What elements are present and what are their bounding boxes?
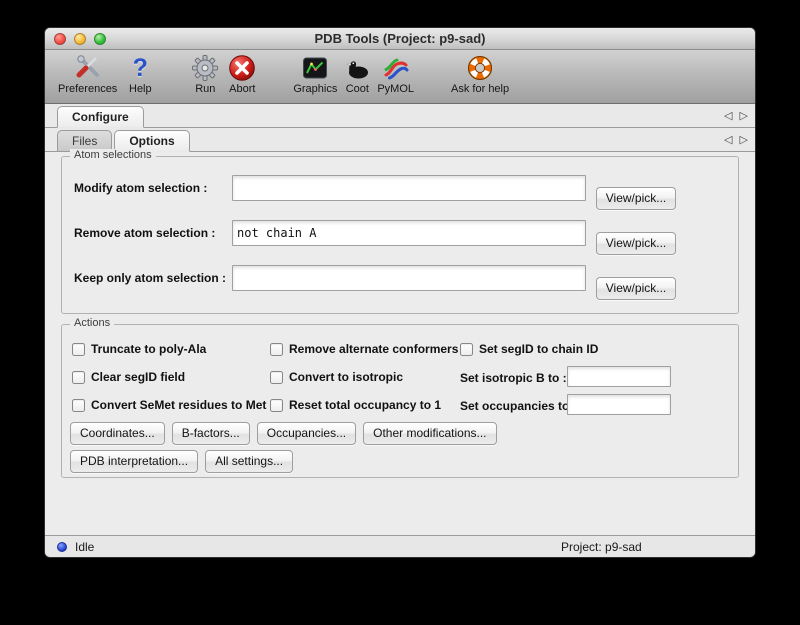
toolbar-label-ask-for-help: Ask for help	[451, 83, 509, 95]
window-title: PDB Tools (Project: p9-sad)	[45, 28, 755, 50]
toolbar: Preferences ? Help Run	[45, 50, 755, 104]
remove-atom-selection-row: Remove atom selection : View/pick...	[72, 220, 730, 246]
atom-selections-group-title: Atom selections	[70, 149, 156, 161]
checkbox-label: Reset total occupancy to 1	[289, 398, 441, 412]
graphics-icon	[301, 54, 329, 82]
project-label: Project: p9-sad	[561, 540, 642, 554]
checkbox-label: Remove alternate conformers	[289, 342, 458, 356]
remove-atom-selection-label: Remove atom selection :	[74, 226, 215, 240]
modify-atom-selection-input[interactable]	[232, 175, 586, 201]
toolbar-button-graphics[interactable]: Graphics	[293, 54, 337, 95]
checkbox-set-segid-to-chain-id[interactable]: Set segID to chain ID	[460, 341, 598, 357]
modify-atom-selection-label: Modify atom selection :	[74, 181, 207, 195]
toolbar-label-abort: Abort	[229, 83, 255, 95]
titlebar[interactable]: PDB Tools (Project: p9-sad)	[45, 28, 755, 50]
pdb-interpretation-button[interactable]: PDB interpretation...	[70, 450, 198, 473]
tab-scroll-left-icon[interactable]: ◁	[724, 110, 732, 122]
actions-group: Actions Truncate to poly-Ala Clear segID…	[61, 324, 739, 478]
all-settings-button[interactable]: All settings...	[205, 450, 293, 473]
coot-icon	[343, 54, 371, 82]
toolbar-label-run: Run	[195, 83, 215, 95]
occupancies-button[interactable]: Occupancies...	[257, 422, 356, 445]
preferences-icon	[74, 54, 102, 82]
status-text: Idle	[75, 540, 94, 554]
run-gear-icon	[191, 54, 219, 82]
life-ring-icon	[466, 54, 494, 82]
outer-tabbar: Configure ◁ ▷	[45, 104, 755, 128]
keep-only-atom-selection-label: Keep only atom selection :	[74, 271, 226, 285]
checkbox-box-icon[interactable]	[72, 399, 85, 412]
tab-files-label: Files	[72, 134, 97, 148]
b-factors-button[interactable]: B-factors...	[172, 422, 250, 445]
checkbox-convert-to-isotropic[interactable]: Convert to isotropic	[270, 369, 403, 385]
set-isotropic-b-input[interactable]	[567, 366, 671, 387]
set-occupancies-input[interactable]	[567, 394, 671, 415]
toolbar-button-ask-for-help[interactable]: Ask for help	[451, 54, 509, 95]
tab-options-label: Options	[129, 134, 174, 148]
remove-atom-selection-input[interactable]	[232, 220, 586, 246]
checkbox-reset-total-occupancy[interactable]: Reset total occupancy to 1	[270, 397, 441, 413]
checkbox-box-icon[interactable]	[270, 371, 283, 384]
actions-button-row-2: PDB interpretation... All settings...	[70, 450, 293, 473]
checkbox-label: Truncate to poly-Ala	[91, 342, 206, 356]
coordinates-button[interactable]: Coordinates...	[70, 422, 165, 445]
pymol-icon	[382, 54, 410, 82]
view-pick-button-keep[interactable]: View/pick...	[596, 277, 676, 300]
view-pick-button-modify[interactable]: View/pick...	[596, 187, 676, 210]
toolbar-button-abort[interactable]: Abort	[228, 54, 256, 95]
tab-scroll-right-icon[interactable]: ▷	[740, 110, 748, 122]
inner-tab-scroll: ◁ ▷	[720, 133, 748, 146]
checkbox-label: Convert to isotropic	[289, 370, 403, 384]
close-window-button[interactable]	[54, 33, 66, 45]
checkbox-box-icon[interactable]	[270, 343, 283, 356]
set-isotropic-b-label: Set isotropic B to :	[460, 371, 567, 385]
keep-only-atom-selection-input[interactable]	[232, 265, 586, 291]
set-occupancies-label: Set occupancies to :	[460, 399, 577, 413]
checkbox-box-icon[interactable]	[72, 371, 85, 384]
checkbox-truncate-to-poly-ala[interactable]: Truncate to poly-Ala	[72, 341, 206, 357]
minimize-window-button[interactable]	[74, 33, 86, 45]
toolbar-label-pymol: PyMOL	[377, 83, 414, 95]
help-icon: ?	[126, 54, 154, 82]
abort-icon	[228, 54, 256, 82]
toolbar-button-pymol[interactable]: PyMOL	[377, 54, 414, 95]
checkbox-label: Convert SeMet residues to Met	[91, 398, 266, 412]
toolbar-button-help[interactable]: ? Help	[126, 54, 154, 95]
toolbar-label-coot: Coot	[346, 83, 369, 95]
toolbar-button-preferences[interactable]: Preferences	[58, 54, 117, 95]
statusbar: Idle Project: p9-sad	[45, 535, 755, 557]
zoom-window-button[interactable]	[94, 33, 106, 45]
actions-button-row-1: Coordinates... B-factors... Occupancies.…	[70, 422, 497, 445]
checkbox-label: Clear segID field	[91, 370, 185, 384]
checkbox-box-icon[interactable]	[270, 399, 283, 412]
atom-selections-group: Atom selections Modify atom selection : …	[61, 156, 739, 314]
checkbox-box-icon[interactable]	[460, 343, 473, 356]
outer-tab-scroll: ◁ ▷	[720, 109, 748, 122]
modify-atom-selection-row: Modify atom selection : View/pick...	[72, 175, 730, 201]
tab-configure[interactable]: Configure	[57, 106, 144, 128]
status-indicator-icon	[57, 542, 67, 552]
app-window: PDB Tools (Project: p9-sad) Preferences …	[44, 27, 756, 558]
checkbox-box-icon[interactable]	[72, 343, 85, 356]
tab-configure-label: Configure	[72, 110, 129, 124]
tab-scroll-right-icon[interactable]: ▷	[740, 134, 748, 146]
toolbar-button-run[interactable]: Run	[191, 54, 219, 95]
toolbar-label-preferences: Preferences	[58, 83, 117, 95]
window-controls	[54, 33, 106, 45]
other-modifications-button[interactable]: Other modifications...	[363, 422, 496, 445]
toolbar-label-graphics: Graphics	[293, 83, 337, 95]
toolbar-label-help: Help	[129, 83, 152, 95]
checkbox-remove-alternate-conformers[interactable]: Remove alternate conformers	[270, 341, 458, 357]
checkbox-label: Set segID to chain ID	[479, 342, 598, 356]
view-pick-button-remove[interactable]: View/pick...	[596, 232, 676, 255]
tab-scroll-left-icon[interactable]: ◁	[724, 134, 732, 146]
checkbox-convert-semet-to-met[interactable]: Convert SeMet residues to Met	[72, 397, 266, 413]
keep-only-atom-selection-row: Keep only atom selection : View/pick...	[72, 265, 730, 291]
toolbar-button-coot[interactable]: Coot	[343, 54, 371, 95]
actions-group-title: Actions	[70, 317, 114, 329]
checkbox-clear-segid-field[interactable]: Clear segID field	[72, 369, 185, 385]
